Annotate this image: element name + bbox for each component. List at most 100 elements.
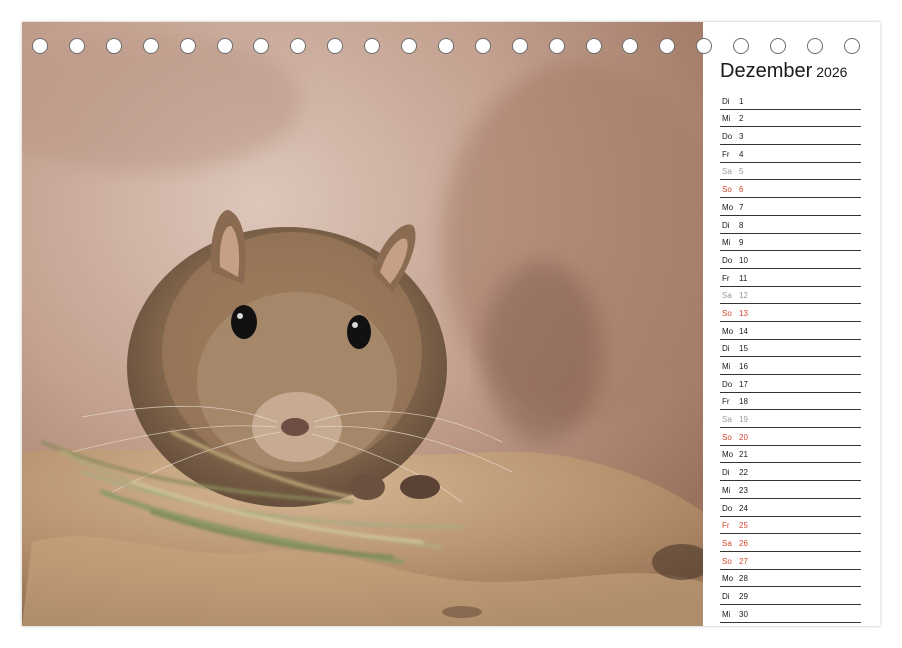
day-number: 10 [739,255,748,265]
weekday-label: Mo [722,202,734,212]
weekday-label: Mo [722,574,734,584]
day-row: Mi 9 [720,234,861,252]
day-number: 12 [739,291,748,301]
day-number: 17 [739,379,748,389]
day-number: 8 [739,220,744,230]
weekday-label: Di [722,591,730,601]
weekday-label: Do [722,379,733,389]
binding-hole [68,38,85,54]
binding-holes [22,38,880,58]
day-number: 27 [739,556,748,566]
day-row: Mo 21 [720,446,861,464]
day-number: 7 [739,202,744,212]
day-row: Mo 14 [720,322,861,340]
day-row: Di 15 [720,340,861,358]
day-number: 24 [739,503,748,513]
weekday-label: Mo [722,450,734,460]
weekday-label: Do [722,255,733,265]
day-row: Fr 11 [720,269,861,287]
binding-hole [327,38,344,54]
day-row: Di 22 [720,463,861,482]
day-row: Do31 [720,623,861,626]
day-row: Do 17 [720,375,861,393]
binding-hole [770,38,786,54]
day-number: 20 [739,432,748,442]
day-number: 6 [739,185,744,195]
day-number: 25 [739,521,748,531]
day-number: 23 [739,485,748,495]
day-number: 3 [739,132,744,142]
day-row: Mi 23 [720,481,861,499]
binding-hole [253,38,270,54]
month-name: Dezember [720,60,813,82]
weekday-label: Mo [722,326,734,336]
binding-hole [696,38,713,54]
weekday-label: Fr [722,273,730,283]
binding-hole [733,38,750,54]
day-number: 26 [739,538,748,548]
binding-hole [216,38,233,54]
day-row: Fr 25 [720,517,861,535]
weekday-label: Sa [722,538,732,548]
day-row: Mo 7 [720,198,861,216]
day-row: Sa 12 [720,287,861,305]
day-number: 29 [739,591,748,601]
day-number: 14 [739,326,748,336]
day-number: 22 [739,468,748,478]
day-row: Do 3 [720,127,861,146]
binding-hole [290,38,307,54]
binding-hole [474,38,491,54]
day-number: 30 [739,609,748,619]
binding-hole [659,38,676,54]
binding-hole [105,38,122,54]
month-year: 2026 [816,64,848,80]
day-number: 9 [739,238,744,248]
day-row: Sa 5 [720,163,861,181]
binding-hole [179,38,196,54]
weekday-label: Di [722,344,730,354]
day-row: Mi 30 [720,605,861,623]
weekday-label: Do [722,132,733,142]
weekday-label: Mi [722,485,731,495]
weekday-label: Di [722,96,730,106]
weekday-label: Sa [722,291,732,301]
day-number: 5 [739,167,744,177]
day-row: Mi 16 [720,357,861,375]
calendar-panel: Dezember 2026 Di 1 Mi 2 Do 3 Fr 4 Sa 5 So 6 Mo 7 Di 8 Mi 9… [703,22,880,626]
binding-hole [511,38,528,54]
weekday-label: Di [722,468,730,478]
binding-hole [401,38,417,54]
day-number: 13 [739,308,748,318]
calendar-page: Dezember 2026 Di 1 Mi 2 Do 3 Fr 4 Sa 5 So 6 Mo 7 Di 8 Mi 9… [22,22,880,626]
day-number: 21 [739,450,748,460]
weekday-label: Sa [722,415,732,425]
binding-hole [437,38,454,54]
binding-hole [843,38,860,54]
binding-hole [142,38,159,54]
binding-hole [364,38,381,54]
weekday-label: So [722,556,732,566]
binding-hole [32,38,48,54]
weekday-label: Di [722,220,730,230]
weekday-label: Mi [722,362,731,371]
weekday-label: Mi [722,114,731,124]
day-row: Fr 4 [720,145,861,163]
day-row: Do 24 [720,499,861,517]
weekday-label: Fr [722,397,730,407]
day-row: Mi 2 [720,110,861,128]
day-row: Do 10 [720,251,861,269]
month-heading: Dezember 2026 [720,60,847,83]
weekday-label: Mi [722,238,731,248]
weekday-label: So [722,432,732,442]
day-list: Di 1 Mi 2 Do 3 Fr 4 Sa 5 So 6 Mo 7 Di 8 Mi 9 Do 10 Fr 11 Sa 12 S… [720,92,861,626]
day-number: 4 [739,149,744,159]
day-number: 15 [739,344,748,354]
gerbil-illustration [22,22,703,626]
day-row: So 6 [720,180,861,199]
day-row: So 27 [720,552,861,570]
day-number: 19 [739,415,748,425]
day-row: Fr 18 [720,393,861,411]
weekday-label: Sa [722,167,732,177]
day-row: Sa 19 [720,410,861,429]
weekday-label: Fr [722,149,730,159]
